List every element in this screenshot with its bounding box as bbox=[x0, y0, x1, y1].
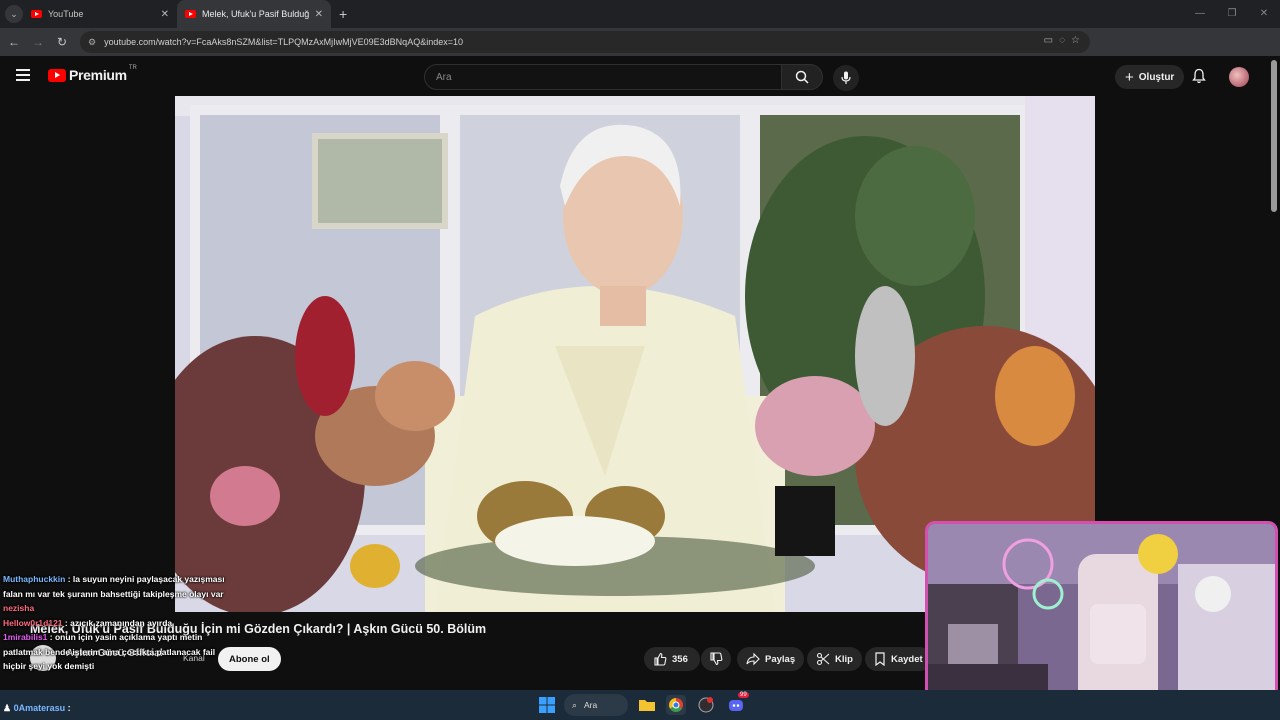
chat-username: Muthaphuckkin bbox=[3, 574, 66, 584]
clip-label: Klip bbox=[835, 653, 853, 665]
tab-title: Melek, Ufuk'u Pasif Bulduğu İçi bbox=[202, 9, 309, 19]
chat-username: nezisha bbox=[3, 603, 35, 613]
plus-icon: + bbox=[1125, 68, 1134, 86]
browser-tab-bar: ⌄ YouTube ✕ Melek, Ufuk'u Pasif Bulduğu … bbox=[0, 0, 1280, 28]
search-input[interactable]: Ara bbox=[424, 64, 782, 90]
chat-message: nezisha bbox=[3, 601, 225, 616]
search-icon bbox=[795, 70, 809, 84]
close-tab-icon[interactable]: ✕ bbox=[315, 9, 323, 20]
youtube-premium-logo[interactable]: Premium TR bbox=[48, 65, 137, 83]
share-button[interactable]: Paylaş bbox=[737, 647, 805, 671]
chrome-icon[interactable] bbox=[666, 695, 686, 715]
like-count: 356 bbox=[672, 653, 688, 665]
subscribe-button[interactable]: Abone ol bbox=[218, 647, 281, 671]
discord-icon[interactable]: 99 bbox=[726, 692, 749, 715]
thumbs-down-icon bbox=[710, 652, 723, 666]
bell-icon bbox=[1192, 68, 1206, 84]
tab-video[interactable]: Melek, Ufuk'u Pasif Bulduğu İçi ✕ bbox=[177, 0, 331, 28]
youtube-favicon-icon bbox=[31, 10, 42, 18]
thumbs-up-icon bbox=[654, 652, 667, 666]
discord-badge: 99 bbox=[738, 692, 749, 698]
notifications-button[interactable] bbox=[1192, 68, 1206, 89]
restore-icon[interactable]: ❐ bbox=[1216, 0, 1248, 28]
webcam-overlay bbox=[925, 521, 1278, 718]
create-label: Oluştur bbox=[1138, 71, 1175, 83]
menu-icon[interactable] bbox=[16, 69, 30, 84]
tab-youtube[interactable]: YouTube ✕ bbox=[23, 0, 177, 28]
chat-username: 0Amaterasu bbox=[13, 703, 66, 713]
create-button[interactable]: + Oluştur bbox=[1115, 65, 1185, 89]
bookmark-icon bbox=[875, 652, 885, 666]
chat-message: 1mirabilis1 : onun için yasin açıklama y… bbox=[3, 630, 225, 674]
chat-text: : bbox=[67, 703, 71, 713]
chat-bottom-message: ♟ 0Amaterasu : bbox=[3, 703, 71, 714]
save-label: Kaydet bbox=[891, 653, 923, 665]
chat-message: Hellow0r1d121 : azıcık zamanından ayırda bbox=[3, 616, 225, 631]
share-icon bbox=[746, 652, 760, 666]
webcam-scene bbox=[928, 524, 1275, 715]
clip-button[interactable]: Klip bbox=[807, 647, 862, 671]
search-icon: ⌕ bbox=[572, 699, 578, 710]
chat-username: 1mirabilis1 bbox=[3, 632, 48, 642]
window-controls: — ❐ ✕ bbox=[1184, 0, 1280, 28]
address-bar[interactable]: ⚙ youtube.com/watch?v=FcaAks8nSZM&list=T… bbox=[80, 31, 1090, 53]
search-button[interactable] bbox=[781, 64, 823, 90]
cast-icon[interactable]: ▭ bbox=[1044, 35, 1053, 46]
site-info-icon[interactable]: ⚙ bbox=[88, 37, 96, 48]
taskbar-search-label: Ara bbox=[584, 700, 598, 710]
logo-text: Premium bbox=[69, 67, 127, 83]
youtube-favicon-icon bbox=[185, 10, 196, 18]
close-tab-icon[interactable]: ✕ bbox=[161, 9, 169, 20]
save-button[interactable]: Kaydet bbox=[865, 647, 932, 671]
url-text: youtube.com/watch?v=FcaAks8nSZM&list=TLP… bbox=[104, 37, 463, 47]
eye-off-icon[interactable]: ◌ bbox=[1059, 35, 1065, 46]
tab-title: YouTube bbox=[48, 9, 84, 19]
microphone-icon bbox=[841, 71, 851, 84]
reload-icon[interactable]: ↻ bbox=[50, 35, 74, 49]
chat-message: Muthaphuckkin : la suyun neyini paylaşac… bbox=[3, 572, 225, 601]
dislike-button[interactable] bbox=[701, 647, 731, 671]
tab-search-button[interactable]: ⌄ bbox=[5, 5, 23, 23]
page-scrollbar[interactable] bbox=[1271, 60, 1277, 212]
chat-text: : azıcık zamanından ayırda bbox=[64, 617, 173, 628]
obs-icon[interactable] bbox=[696, 695, 716, 715]
account-avatar[interactable] bbox=[1229, 67, 1249, 87]
bookmark-star-icon[interactable]: ☆ bbox=[1071, 35, 1080, 46]
file-explorer-icon[interactable] bbox=[637, 695, 657, 715]
taskbar-search[interactable]: ⌕ Ara bbox=[564, 694, 628, 716]
chat-username: Hellow0r1d121 bbox=[3, 617, 63, 628]
stream-chat-overlay: Muthaphuckkin : la suyun neyini paylaşac… bbox=[3, 572, 225, 674]
forward-icon[interactable]: → bbox=[26, 35, 50, 49]
youtube-logo-icon bbox=[48, 68, 66, 82]
back-icon[interactable]: ← bbox=[2, 35, 26, 49]
share-label: Paylaş bbox=[765, 653, 796, 665]
close-window-icon[interactable]: ✕ bbox=[1248, 0, 1280, 28]
voice-search-button[interactable] bbox=[833, 65, 859, 91]
scissors-icon bbox=[816, 652, 830, 666]
like-button[interactable]: 356 bbox=[644, 647, 700, 671]
minimize-icon[interactable]: — bbox=[1184, 0, 1216, 28]
windows-start-icon[interactable] bbox=[537, 695, 557, 715]
browser-toolbar: ← → ↻ ⚙ youtube.com/watch?v=FcaAks8nSZM&… bbox=[0, 28, 1280, 75]
logo-region: TR bbox=[128, 65, 137, 71]
new-tab-button[interactable]: + bbox=[339, 6, 347, 22]
youtube-header: Premium TR Ara + Oluştur bbox=[0, 56, 1280, 96]
windows-taskbar: ⌕ Ara 99 bbox=[0, 690, 1280, 720]
user-icon: ♟ bbox=[3, 703, 12, 713]
